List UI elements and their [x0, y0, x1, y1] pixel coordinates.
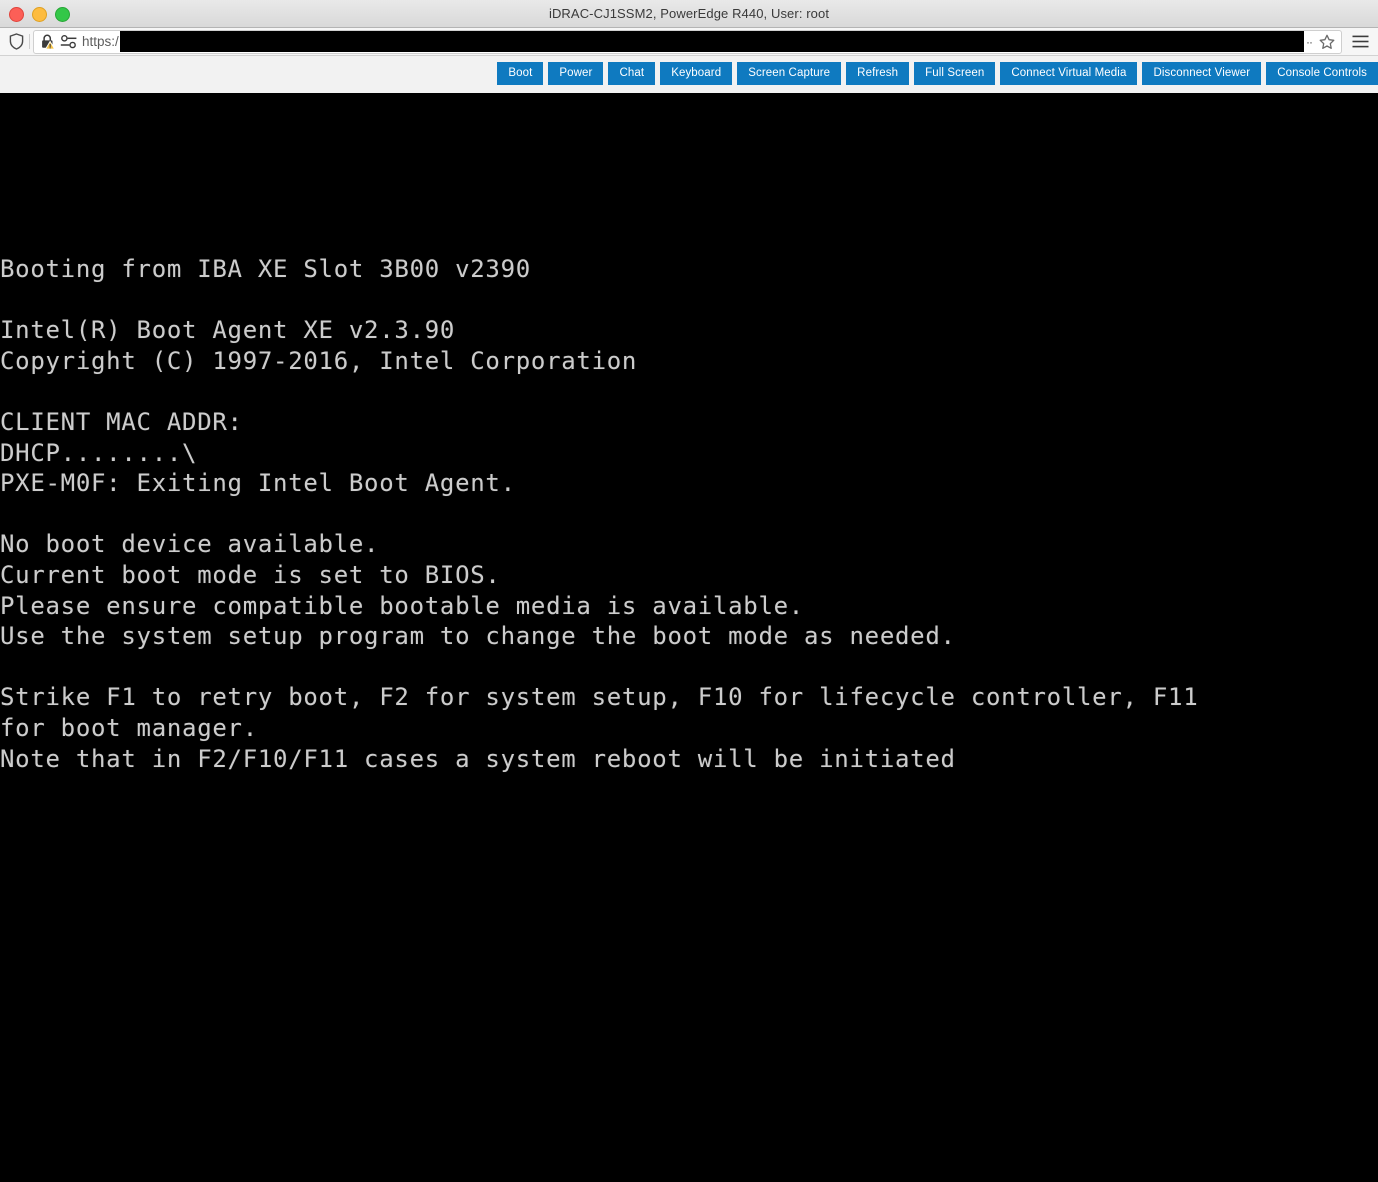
keyboard-button[interactable]: Keyboard [660, 62, 733, 85]
browser-url-bar: https:/ ·· [0, 28, 1378, 56]
tracking-protection-shield-icon[interactable] [4, 31, 28, 53]
disconnect-viewer-button[interactable]: Disconnect Viewer [1142, 62, 1262, 85]
console-line: Booting from IBA XE Slot 3B00 v2390 [0, 255, 531, 283]
idrac-console-toolbar: Boot Power Chat Keyboard Screen Capture Refre… [0, 56, 1378, 93]
console-line: Intel(R) Boot Agent XE v2.3.90 [0, 316, 456, 345]
minimize-window-button[interactable] [32, 6, 47, 22]
console-line: Use the system setup program to change t… [0, 622, 956, 651]
console-line: No boot device available. [0, 530, 380, 559]
close-window-button[interactable] [9, 6, 24, 22]
window-title: iDRAC-CJ1SSM2, PowerEdge R440, User: roo… [548, 5, 830, 21]
console-line: Note that in F2/F10/F11 cases a system r… [0, 744, 956, 773]
console-line: PXE-M0F: Exiting Intel Boot Agent. [0, 469, 516, 498]
console-line: DHCP........\ [0, 438, 198, 467]
browser-window: iDRAC-CJ1SSM2, PowerEdge R440, User: roo… [0, 0, 1378, 1182]
boot-button[interactable]: Boot [497, 62, 544, 85]
url-input-field[interactable]: https:/ ·· [33, 29, 1342, 54]
connect-virtual-media-button[interactable]: Connect Virtual Media [1000, 62, 1138, 85]
url-overflow-ellipsis: ·· [1306, 34, 1313, 49]
console-line: CLIENT MAC ADDR: [0, 407, 243, 436]
virtual-console-screen[interactable]: Booting from IBA XE Slot 3B00 v2390 Inte… [0, 93, 1378, 1182]
url-scheme-text: https:/ [82, 34, 119, 49]
full-screen-button[interactable]: Full Screen [914, 62, 996, 85]
chat-button[interactable]: Chat [608, 62, 656, 85]
lock-warning-icon[interactable] [36, 31, 58, 53]
title-bar: iDRAC-CJ1SSM2, PowerEdge R440, User: roo… [0, 0, 1378, 28]
star-icon[interactable] [1315, 34, 1339, 50]
power-button[interactable]: Power [548, 62, 604, 85]
refresh-button[interactable]: Refresh [846, 62, 910, 85]
console-line: for boot manager. [0, 713, 258, 742]
console-line: Strike F1 to retry boot, F2 for system s… [0, 683, 1199, 712]
window-controls [9, 0, 70, 28]
site-permissions-icon[interactable] [58, 31, 80, 53]
urlbar-divider [29, 34, 30, 49]
screen-capture-button[interactable]: Screen Capture [737, 62, 842, 85]
console-output: Booting from IBA XE Slot 3B00 v2390 Inte… [0, 254, 1378, 774]
console-line: Please ensure compatible bootable media … [0, 591, 804, 620]
console-line: Copyright (C) 1997-2016, Intel Corporati… [0, 346, 638, 375]
url-redacted-region[interactable] [119, 31, 1304, 52]
console-line: Current boot mode is set to BIOS. [0, 560, 501, 589]
hamburger-menu-icon[interactable] [1346, 30, 1374, 54]
console-controls-button[interactable]: Console Controls [1266, 62, 1378, 85]
maximize-window-button[interactable] [55, 6, 70, 22]
